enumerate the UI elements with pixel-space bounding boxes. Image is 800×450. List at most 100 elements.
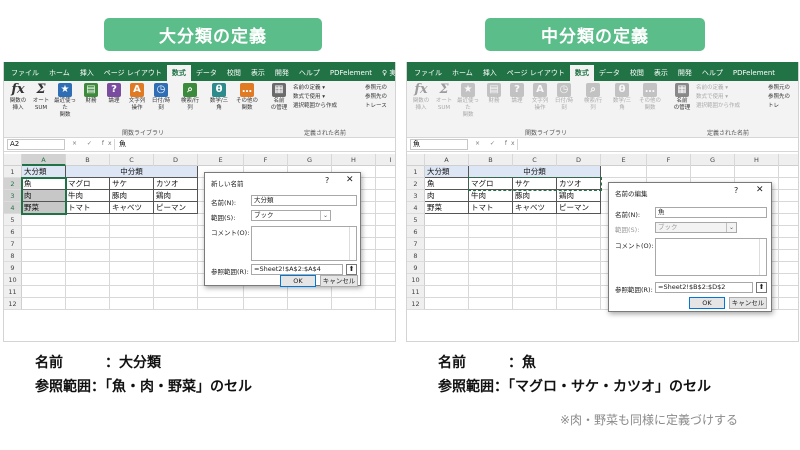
- empty-cell[interactable]: [376, 214, 395, 226]
- select-all-corner[interactable]: [4, 154, 22, 166]
- empty-cell[interactable]: [557, 238, 601, 250]
- table-cell[interactable]: 牛肉: [469, 190, 513, 202]
- ribbon-button-text-book[interactable]: A 文字列 操作: [126, 83, 148, 112]
- empty-cell[interactable]: [425, 274, 469, 286]
- row-header-10[interactable]: 10: [407, 274, 425, 286]
- table-cell[interactable]: カツオ: [557, 178, 601, 190]
- column-header-a[interactable]: A: [22, 154, 66, 166]
- formula-auditing-item[interactable]: 参照元の: [768, 84, 790, 93]
- empty-cell[interactable]: [110, 298, 154, 310]
- tab-insert[interactable]: 挿入: [478, 65, 502, 81]
- ribbon-button-clock-book[interactable]: ◷ 日付/時刻: [553, 83, 575, 112]
- empty-cell[interactable]: [332, 298, 376, 310]
- empty-cell[interactable]: [557, 274, 601, 286]
- row-header-9[interactable]: 9: [407, 262, 425, 274]
- empty-cell[interactable]: [469, 274, 513, 286]
- empty-cell[interactable]: [425, 286, 469, 298]
- row-header-12[interactable]: 12: [4, 298, 22, 310]
- table-cell[interactable]: 鶏肉: [154, 190, 198, 202]
- empty-cell[interactable]: [198, 286, 244, 298]
- tab-data[interactable]: データ: [191, 65, 222, 81]
- tab-insert[interactable]: 挿入: [75, 65, 99, 81]
- empty-cell[interactable]: [66, 226, 110, 238]
- empty-cell[interactable]: [332, 286, 376, 298]
- tell-me-search[interactable]: ♀ 実行: [377, 65, 395, 81]
- ribbon-button-fx[interactable]: fx 関数の 挿入: [7, 83, 29, 112]
- ribbon-button-theta-book[interactable]: θ 数学/三角: [208, 83, 230, 112]
- tab-pdfelement[interactable]: PDFelement: [728, 65, 780, 81]
- empty-cell[interactable]: [198, 298, 244, 310]
- name-field[interactable]: 魚: [655, 207, 767, 218]
- table-cell[interactable]: 野菜: [425, 202, 469, 214]
- ref-field[interactable]: =Sheet2!$A$2:$A$4: [251, 264, 343, 275]
- ribbon-button-text-book[interactable]: A 文字列 操作: [529, 83, 551, 112]
- row-header-7[interactable]: 7: [407, 238, 425, 250]
- empty-cell[interactable]: [110, 262, 154, 274]
- empty-cell[interactable]: [244, 298, 288, 310]
- empty-cell[interactable]: [66, 262, 110, 274]
- row-header-1[interactable]: 1: [407, 166, 425, 178]
- empty-cell[interactable]: [513, 298, 557, 310]
- tab-help[interactable]: ヘルプ: [697, 65, 728, 81]
- empty-cell[interactable]: [66, 274, 110, 286]
- empty-cell[interactable]: [469, 226, 513, 238]
- row-header-2[interactable]: 2: [407, 178, 425, 190]
- table-cell[interactable]: キャベツ: [513, 202, 557, 214]
- ribbon-button-book[interactable]: ▤ 財務: [80, 83, 102, 105]
- table-cell[interactable]: 魚: [425, 178, 469, 190]
- ribbon-button-question-book[interactable]: ? 論理: [103, 83, 125, 105]
- formula-input[interactable]: [517, 139, 795, 150]
- tab-file[interactable]: ファイル: [6, 65, 44, 81]
- ok-button[interactable]: OK: [689, 297, 725, 309]
- formula-auditing-item[interactable]: 参照先の: [768, 93, 790, 102]
- table-cell[interactable]: 肉: [22, 190, 66, 202]
- empty-cell[interactable]: [22, 238, 66, 250]
- empty-cell[interactable]: [376, 226, 395, 238]
- column-header-d[interactable]: D: [557, 154, 601, 166]
- empty-cell[interactable]: [469, 298, 513, 310]
- table-cell[interactable]: 野菜: [22, 202, 66, 214]
- empty-cell[interactable]: [425, 262, 469, 274]
- empty-cell[interactable]: [66, 286, 110, 298]
- empty-cell[interactable]: [425, 214, 469, 226]
- ribbon-button-fx[interactable]: fx 関数の 挿入: [410, 83, 432, 112]
- empty-cell[interactable]: [513, 238, 557, 250]
- empty-cell[interactable]: [110, 238, 154, 250]
- empty-cell[interactable]: [513, 274, 557, 286]
- formula-auditing-item[interactable]: トレ: [768, 102, 790, 111]
- ribbon-button-more-functions[interactable]: … その他の 関数: [639, 83, 661, 112]
- column-header-b[interactable]: B: [66, 154, 110, 166]
- empty-cell[interactable]: [513, 250, 557, 262]
- empty-cell[interactable]: [22, 286, 66, 298]
- row-header-4[interactable]: 4: [407, 202, 425, 214]
- column-header-f[interactable]: F: [244, 154, 288, 166]
- empty-cell[interactable]: [425, 226, 469, 238]
- column-header-e[interactable]: E: [198, 154, 244, 166]
- row-header-3[interactable]: 3: [407, 190, 425, 202]
- tab-file[interactable]: ファイル: [409, 65, 447, 81]
- ribbon-button-book[interactable]: ▤ 財務: [483, 83, 505, 105]
- column-header-b[interactable]: B: [469, 154, 513, 166]
- tab-view[interactable]: 表示: [246, 65, 270, 81]
- empty-cell[interactable]: [557, 286, 601, 298]
- column-header-a[interactable]: A: [425, 154, 469, 166]
- empty-cell[interactable]: [110, 274, 154, 286]
- table-cell[interactable]: 豚肉: [513, 190, 557, 202]
- tab-review[interactable]: 校閲: [625, 65, 649, 81]
- empty-cell[interactable]: [469, 262, 513, 274]
- empty-cell[interactable]: [376, 262, 395, 274]
- comment-field[interactable]: [251, 226, 357, 261]
- table-cell[interactable]: カツオ: [154, 178, 198, 190]
- empty-cell[interactable]: [779, 298, 798, 310]
- empty-cell[interactable]: [513, 262, 557, 274]
- table-cell[interactable]: サケ: [513, 178, 557, 190]
- formula-auditing-menu[interactable]: 参照元の 参照先の トレ: [768, 84, 790, 111]
- empty-cell[interactable]: [154, 226, 198, 238]
- empty-cell[interactable]: [601, 166, 647, 178]
- empty-cell[interactable]: [779, 238, 798, 250]
- formula-auditing-item[interactable]: 参照元の: [365, 84, 387, 93]
- ribbon-button-more-functions[interactable]: … その他の 関数: [236, 83, 258, 112]
- empty-cell[interactable]: [513, 286, 557, 298]
- name-field[interactable]: 大分類: [251, 195, 357, 206]
- empty-cell[interactable]: [513, 214, 557, 226]
